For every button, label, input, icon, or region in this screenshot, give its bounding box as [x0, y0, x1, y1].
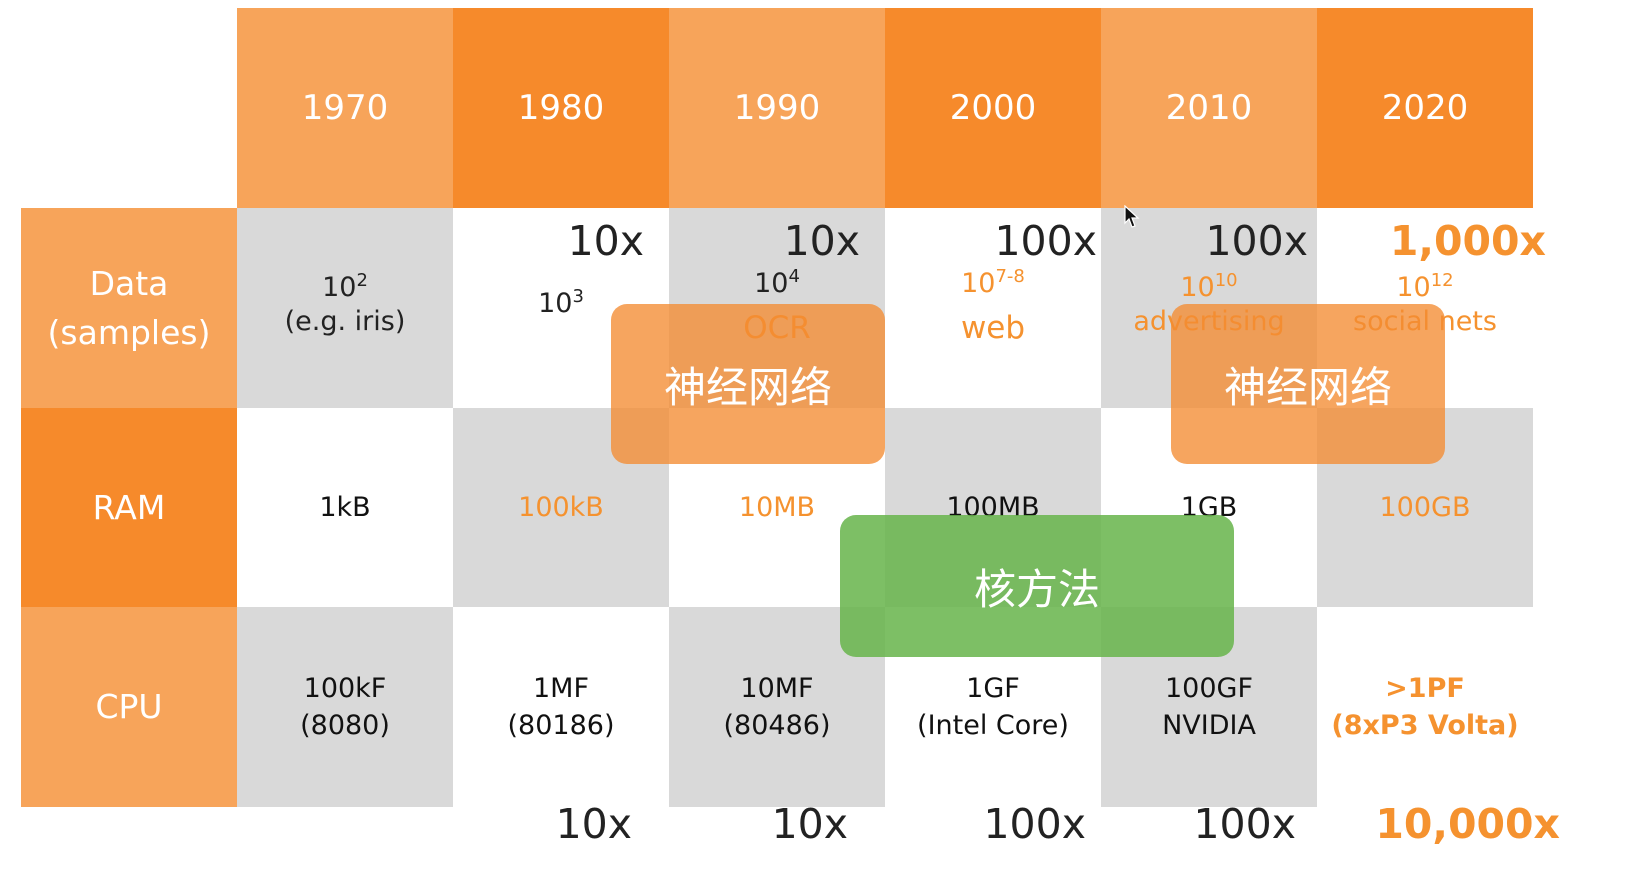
cpu-growth-multiplier: 10,000x: [1375, 800, 1560, 848]
neural-network-label-2010s: 神经网络: [1171, 304, 1445, 464]
data-samples-base: 10: [961, 268, 996, 299]
data-growth-multiplier: 10x: [567, 217, 644, 265]
data-growth-multiplier: 100x: [994, 217, 1097, 265]
data-samples-value: 102: [255, 270, 435, 304]
data-growth-multiplier: 100x: [1205, 217, 1308, 265]
data-samples-base: 10: [322, 272, 357, 303]
data-samples-exponent: 12: [1430, 270, 1454, 291]
ram-value: 1kB: [319, 491, 371, 523]
cpu-growth-multiplier: 100x: [1193, 800, 1296, 848]
year-header-2000: 2000: [885, 8, 1101, 208]
data-samples-base: 10: [538, 288, 573, 319]
cpu-growth-multiplier: 10x: [771, 800, 848, 848]
data-growth-multiplier: 1,000x: [1389, 217, 1546, 265]
data-samples-exponent: 10: [1214, 270, 1238, 291]
mouse-pointer-icon: [1124, 205, 1140, 228]
data-samples-base: 10: [754, 268, 789, 299]
year-header-2010: 2010: [1101, 8, 1317, 208]
cpu-growth-multiplier: 10x: [555, 800, 632, 848]
cpu-value: 100kF (8080): [300, 672, 390, 741]
data-samples-value: 1010: [1119, 270, 1299, 304]
row-header-data: Data (samples): [21, 208, 237, 408]
neural-network-label-1990s: 神经网络: [611, 304, 885, 464]
cpu-value: >1PF (8xP3 Volta): [1331, 672, 1519, 741]
cpu-value: 1MF (80186): [507, 672, 615, 741]
data-samples-exponent: 7-8: [995, 266, 1025, 287]
data-samples-base: 10: [1180, 272, 1215, 303]
row-header-cpu: CPU: [21, 607, 237, 807]
data-samples-exponent: 2: [356, 270, 368, 291]
year-header-1970: 1970: [237, 8, 453, 208]
data-samples-exponent: 4: [788, 266, 800, 287]
data-samples-note: (e.g. iris): [284, 306, 406, 337]
kernel-methods-label: 核方法: [840, 515, 1234, 657]
year-header-1980: 1980: [453, 8, 669, 208]
data-samples-exponent: 3: [572, 286, 584, 307]
row-header-ram: RAM: [21, 408, 237, 607]
data-samples-note: web: [960, 310, 1026, 346]
data-growth-multiplier: 10x: [783, 217, 860, 265]
data-samples-value: 107-8: [903, 266, 1083, 300]
data-samples-base: 10: [1396, 272, 1431, 303]
data-samples-value: 1012: [1335, 270, 1515, 304]
year-header-2020: 2020: [1317, 8, 1533, 208]
cpu-growth-multiplier: 100x: [983, 800, 1086, 848]
year-header-1990: 1990: [669, 8, 885, 208]
data-samples-value: 104: [687, 266, 867, 300]
